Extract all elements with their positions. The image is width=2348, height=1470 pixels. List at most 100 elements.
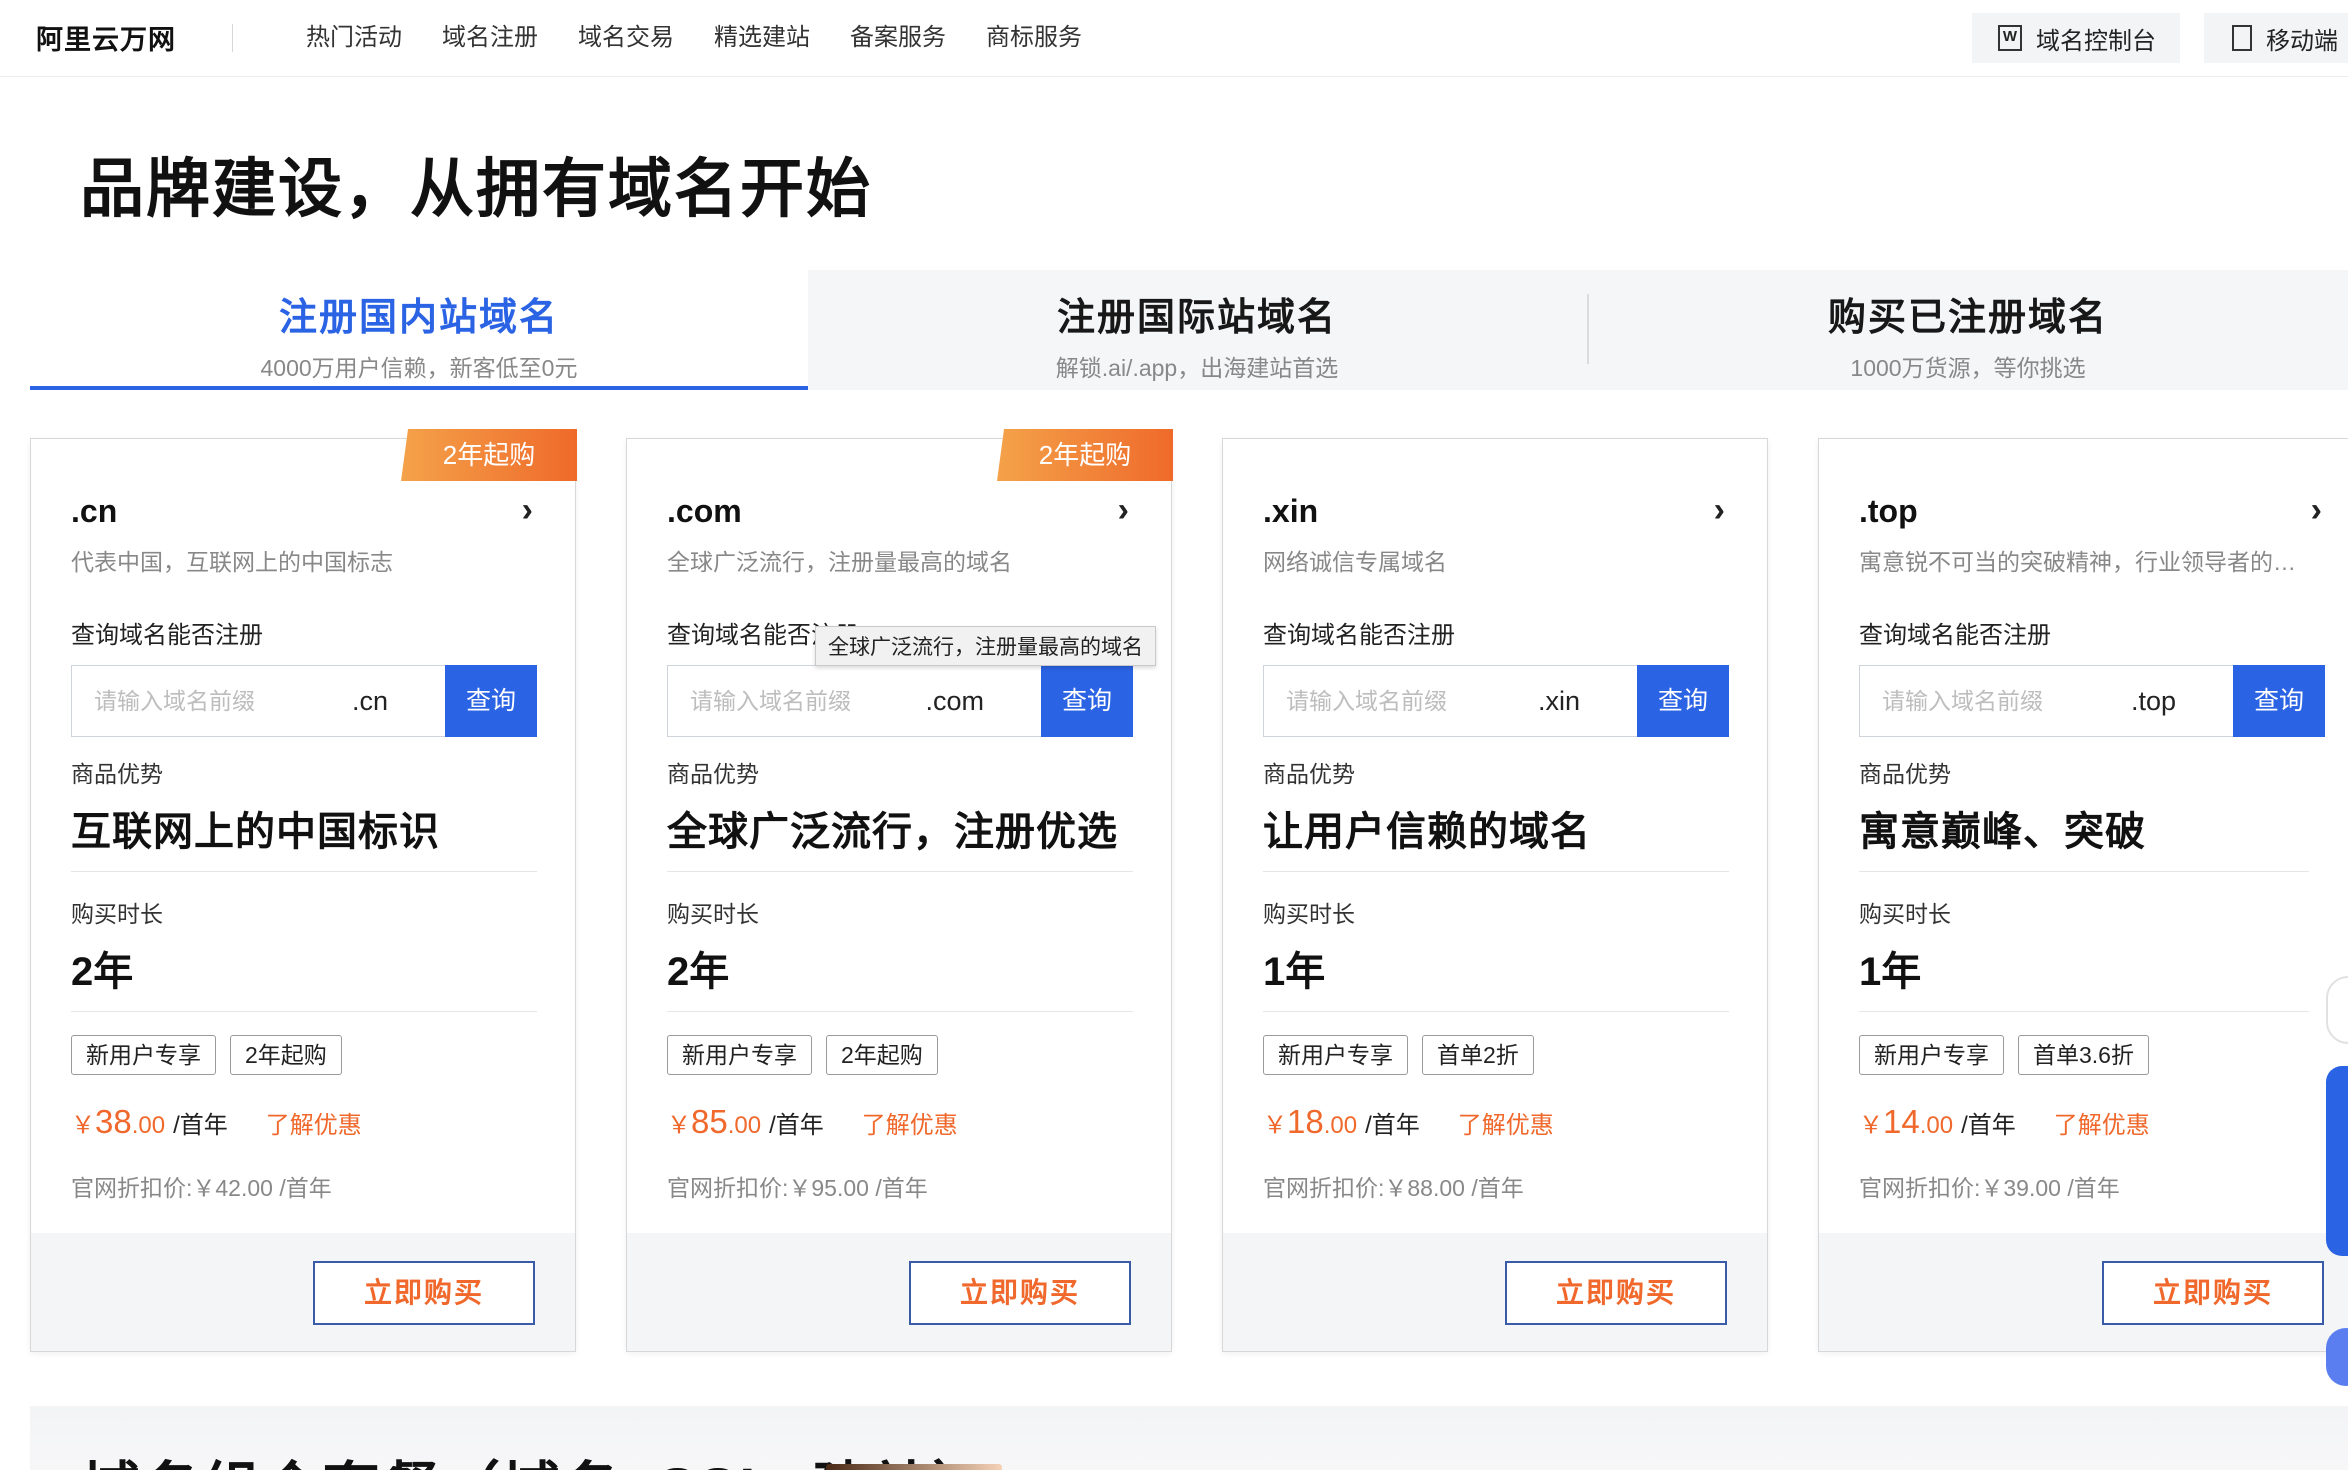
tab-title: 购买已注册域名 <box>1827 297 2108 339</box>
price-row: ￥38.00/首年 了解优惠 <box>71 1103 362 1141</box>
buy-now-button[interactable]: 立即购买 <box>2102 1261 2324 1325</box>
learn-offer-link[interactable]: 了解优惠 <box>1458 1112 1554 1139</box>
query-button[interactable]: 查询 <box>1637 665 1729 737</box>
divider <box>1859 871 2309 872</box>
domain-description: 网络诚信专属域名 <box>1263 549 1447 575</box>
duration-label: 购买时长 <box>667 901 759 927</box>
price-unit: /首年 <box>173 1112 228 1139</box>
tab-buy-registered-domain[interactable]: 购买已注册域名 1000万货源，等你挑选 <box>1588 270 2348 390</box>
learn-offer-link[interactable]: 了解优惠 <box>266 1112 362 1139</box>
divider <box>1263 871 1729 872</box>
tag-list: 新用户专享 首单2折 <box>1263 1035 1548 1075</box>
currency-symbol: ￥ <box>71 1112 95 1139</box>
price-integer: 14 <box>1883 1103 1920 1140</box>
buy-now-button[interactable]: 立即购买 <box>1505 1261 1727 1325</box>
price-decimal: .00 <box>131 1112 166 1139</box>
nav-item-site-build[interactable]: 精选建站 <box>714 20 810 56</box>
domain-console-button[interactable]: W 域名控制台 <box>1972 13 2180 63</box>
domain-extension[interactable]: .xin <box>1263 493 1318 530</box>
domain-console-label: 域名控制台 <box>2036 27 2156 55</box>
domain-extension[interactable]: .cn <box>71 493 117 530</box>
tag: 2年起购 <box>826 1035 938 1075</box>
bundle-badge <box>826 1464 1002 1470</box>
tag-list: 新用户专享 2年起购 <box>667 1035 952 1075</box>
mobile-phone-icon <box>2232 25 2252 51</box>
official-price: 官网折扣价:￥88.00 /首年 <box>1263 1175 1524 1201</box>
price-integer: 85 <box>691 1103 728 1140</box>
query-button[interactable]: 查询 <box>1041 665 1133 737</box>
top-nav: 阿里云万网 热门活动 域名注册 域名交易 精选建站 备案服务 商标服务 W 域名… <box>0 0 2348 77</box>
query-label: 查询域名能否注册 <box>1263 622 1455 649</box>
tag: 首单2折 <box>1422 1035 1534 1075</box>
advantage-text: 让用户信赖的域名 <box>1263 810 1591 854</box>
domain-search-box: 请输入域名前缀 .xin 查询 <box>1263 665 1729 737</box>
domain-prefix-input[interactable]: 请输入域名前缀 <box>1286 666 1447 736</box>
duration-value: 2年 <box>667 950 730 994</box>
duration-value: 1年 <box>1263 950 1326 994</box>
divider <box>1263 1011 1729 1012</box>
nav-item-trademark[interactable]: 商标服务 <box>986 20 1082 56</box>
side-help-panel[interactable] <box>2326 1066 2348 1256</box>
duration-value: 1年 <box>1859 950 1922 994</box>
price-row: ￥85.00/首年 了解优惠 <box>667 1103 958 1141</box>
nav-item-hot[interactable]: 热门活动 <box>306 20 402 56</box>
duration-value: 2年 <box>71 950 134 994</box>
query-label: 查询域名能否注册 <box>71 622 263 649</box>
domain-card-cn: 2年起购 .cn › 代表中国，互联网上的中国标志 查询域名能否注册 请输入域名… <box>30 429 577 1352</box>
domain-extension[interactable]: .top <box>1859 493 1918 530</box>
nav-divider <box>232 24 233 52</box>
description-tooltip: 全球广泛流行，注册量最高的域名 <box>815 626 1156 666</box>
chevron-right-icon[interactable]: › <box>2311 491 2322 530</box>
domain-description: 代表中国，互联网上的中国标志 <box>71 549 393 575</box>
tab-domestic-domain[interactable]: 注册国内站域名 4000万用户信赖，新客低至0元 <box>30 270 808 390</box>
domain-description: 全球广泛流行，注册量最高的域名 <box>667 549 1012 575</box>
advantage-label: 商品优势 <box>667 761 759 787</box>
min-years-ribbon: 2年起购 <box>401 429 577 481</box>
query-button[interactable]: 查询 <box>445 665 537 737</box>
learn-offer-link[interactable]: 了解优惠 <box>862 1112 958 1139</box>
tab-subtitle: 4000万用户信赖，新客低至0元 <box>260 355 578 381</box>
tag: 新用户专享 <box>1859 1035 2004 1075</box>
nav-item-icp[interactable]: 备案服务 <box>850 20 946 56</box>
tag: 新用户专享 <box>1263 1035 1408 1075</box>
query-button[interactable]: 查询 <box>2233 665 2325 737</box>
price-unit: /首年 <box>1365 1112 1420 1139</box>
chevron-right-icon[interactable]: › <box>522 491 533 530</box>
advantage-label: 商品优势 <box>71 761 163 787</box>
divider <box>667 1011 1133 1012</box>
mobile-button[interactable]: 移动端 <box>2204 13 2348 63</box>
price-decimal: .00 <box>1919 1112 1954 1139</box>
nav-item-domain-trade[interactable]: 域名交易 <box>578 20 674 56</box>
domain-description: 寓意锐不可当的突破精神，行业领导者的首选 <box>1859 549 2315 575</box>
tab-international-domain[interactable]: 注册国际站域名 解锁.ai/.app，出海建站首选 <box>808 270 1586 390</box>
buy-now-button[interactable]: 立即购买 <box>909 1261 1131 1325</box>
buy-now-button[interactable]: 立即购买 <box>313 1261 535 1325</box>
domain-extension[interactable]: .com <box>667 493 742 530</box>
domain-prefix-input[interactable]: 请输入域名前缀 <box>94 666 255 736</box>
advantage-label: 商品优势 <box>1263 761 1355 787</box>
divider <box>1859 1011 2309 1012</box>
side-chat-button[interactable] <box>2326 1328 2348 1386</box>
tag: 新用户专享 <box>667 1035 812 1075</box>
chevron-right-icon[interactable]: › <box>1714 491 1725 530</box>
domain-search-box: 请输入域名前缀 .top 查询 <box>1859 665 2325 737</box>
domain-suffix: .xin <box>1537 686 1580 716</box>
mobile-label: 移动端 <box>2266 27 2338 55</box>
chevron-right-icon[interactable]: › <box>1118 491 1129 530</box>
nav-item-domain-register[interactable]: 域名注册 <box>442 20 538 56</box>
advantage-label: 商品优势 <box>1859 761 1951 787</box>
domain-prefix-input[interactable]: 请输入域名前缀 <box>690 666 851 736</box>
tag-list: 新用户专享 首单3.6折 <box>1859 1035 2163 1075</box>
domain-search-box: 请输入域名前缀 .cn 查询 <box>71 665 537 737</box>
price-unit: /首年 <box>1961 1112 2016 1139</box>
domain-prefix-input[interactable]: 请输入域名前缀 <box>1882 666 2043 736</box>
duration-label: 购买时长 <box>1263 901 1355 927</box>
official-price: 官网折扣价:￥95.00 /首年 <box>667 1175 928 1201</box>
site-logo[interactable]: 阿里云万网 <box>36 18 176 57</box>
card-footer: 立即购买 <box>1819 1233 2348 1351</box>
learn-offer-link[interactable]: 了解优惠 <box>2054 1112 2150 1139</box>
page-title: 品牌建设，从拥有域名开始 <box>80 153 872 225</box>
bundle-section: 域名组合套餐（域名+SSL+建站） <box>30 1406 2348 1470</box>
tag: 新用户专享 <box>71 1035 216 1075</box>
side-float-button[interactable] <box>2326 976 2348 1044</box>
